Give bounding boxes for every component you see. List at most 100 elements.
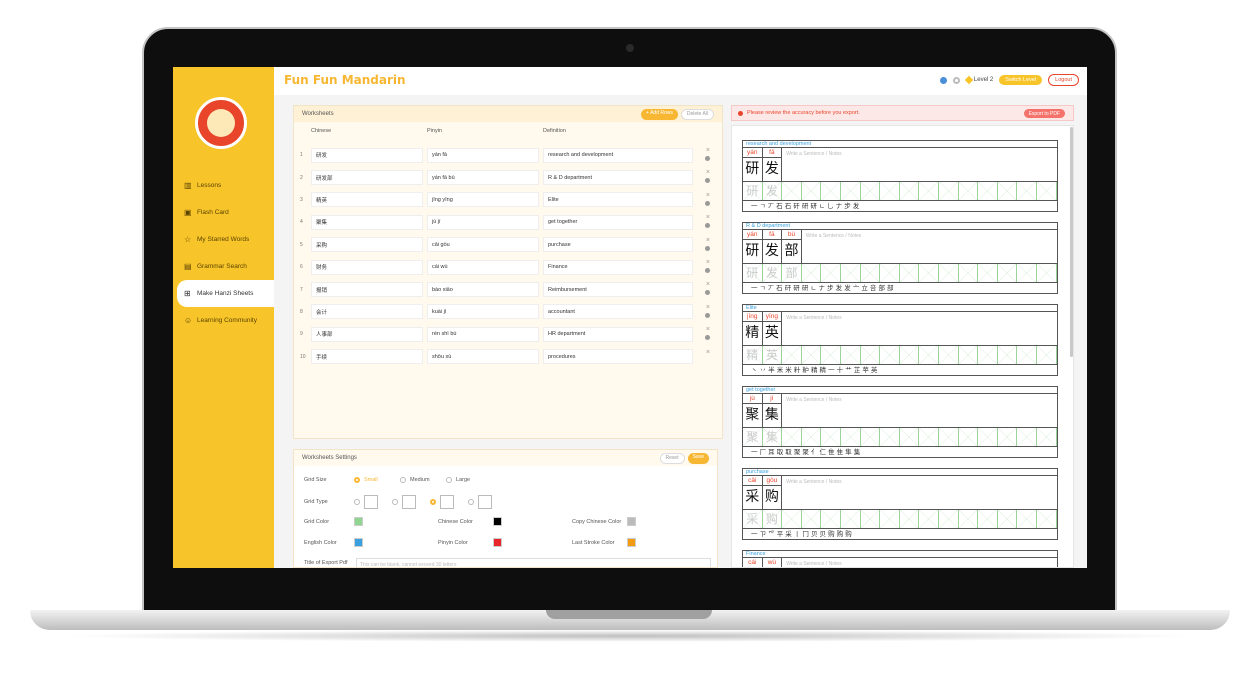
grid-type-radio-2[interactable]	[392, 499, 398, 505]
pdf-title-input[interactable]: This can be blank, cannot exceed 30 lett…	[356, 558, 711, 568]
practice-cell	[840, 346, 861, 364]
definition-field[interactable]: procedures	[543, 349, 693, 365]
delete-all-button[interactable]: Delete All	[680, 108, 714, 120]
worksheet-rows: 1 研发 yán fā research and development × 2 研发部 yá…	[300, 144, 720, 368]
pinyin-field[interactable]: cǎi gòu	[427, 237, 539, 253]
app-title: Fun Fun Mandarin	[284, 73, 406, 87]
char-cell: yán 研	[743, 230, 763, 263]
trace-cell: 发	[762, 182, 783, 200]
insert-row-icon[interactable]	[705, 312, 710, 318]
pinyin-field[interactable]: yán fā	[427, 147, 539, 163]
user-icon[interactable]	[939, 76, 947, 84]
sidebar-item-make-hanzi-sheets[interactable]: ⊞ Make Hanzi Sheets	[177, 280, 274, 307]
practice-cell	[801, 264, 822, 282]
close-icon[interactable]: ×	[706, 349, 710, 356]
english-color-swatch[interactable]	[354, 538, 363, 547]
insert-row-icon[interactable]	[705, 290, 710, 296]
chinese-field[interactable]: 采购	[311, 237, 423, 253]
insert-row-icon[interactable]	[705, 223, 710, 229]
insert-row-icon[interactable]	[705, 200, 710, 206]
chinese-color-swatch[interactable]	[493, 517, 502, 526]
close-icon[interactable]: ×	[706, 304, 710, 311]
notes-field[interactable]: Write a Sentence / Notes	[782, 312, 842, 345]
copy-chinese-color-swatch[interactable]	[627, 517, 636, 526]
chinese-field[interactable]: 聚集	[311, 214, 423, 230]
close-icon[interactable]: ×	[706, 237, 710, 244]
close-icon[interactable]: ×	[706, 169, 710, 176]
close-icon[interactable]: ×	[706, 147, 710, 154]
grid-color-swatch[interactable]	[354, 517, 363, 526]
chinese-field[interactable]: 财务	[311, 259, 423, 275]
add-rows-button[interactable]: + Add Rows	[641, 108, 678, 120]
preview-scrollbar[interactable]	[1070, 127, 1073, 357]
chinese-field[interactable]: 精英	[311, 192, 423, 208]
definition-field[interactable]: Reimbursement	[543, 282, 693, 298]
close-icon[interactable]: ×	[706, 281, 710, 288]
practice-cell	[899, 264, 920, 282]
save-button[interactable]: Save	[687, 452, 709, 464]
export-pdf-button[interactable]: Export to PDF	[1023, 109, 1065, 118]
pinyin-field[interactable]: rén shì bù	[427, 326, 539, 342]
definition-field[interactable]: Finance	[543, 259, 693, 275]
size-small-radio[interactable]	[354, 477, 360, 483]
pinyin-field[interactable]: yán fā bù	[427, 170, 539, 186]
app-logo[interactable]	[195, 97, 247, 149]
close-icon[interactable]: ×	[706, 259, 710, 266]
pinyin-field[interactable]: cái wù	[427, 259, 539, 275]
practice-cell	[1017, 346, 1037, 364]
definition-field[interactable]: purchase	[543, 237, 693, 253]
notes-field[interactable]: Write a Sentence / Notes	[802, 230, 862, 263]
pinyin-field[interactable]: kuài jì	[427, 304, 539, 320]
switch-level-button[interactable]: Switch Level	[999, 75, 1043, 85]
pinyin-color-swatch[interactable]	[493, 538, 502, 547]
definition-field[interactable]: accountant	[543, 304, 693, 320]
insert-row-icon[interactable]	[705, 335, 710, 341]
pinyin-field[interactable]: shǒu xù	[427, 349, 539, 365]
sidebar-item-flash-card[interactable]: ▣ Flash Card	[173, 199, 274, 226]
grid-type-radio-4[interactable]	[468, 499, 474, 505]
worksheets-header: Worksheets + Add Rows Delete All	[294, 106, 722, 122]
pinyin-field[interactable]: jīng yīng	[427, 192, 539, 208]
size-large-radio[interactable]	[446, 477, 452, 483]
grid-type-radio-1[interactable]	[354, 499, 360, 505]
chinese-field[interactable]: 会计	[311, 304, 423, 320]
sidebar-item-grammar-search[interactable]: ▤ Grammar Search	[173, 253, 274, 280]
notes-field[interactable]: Write a Sentence / Notes	[782, 558, 842, 567]
insert-row-icon[interactable]	[705, 267, 710, 273]
close-icon[interactable]: ×	[706, 214, 710, 221]
logout-button[interactable]: Logout	[1048, 74, 1079, 86]
trace-cell: 研	[743, 264, 763, 282]
pinyin-field[interactable]: bào xiāo	[427, 282, 539, 298]
close-icon[interactable]: ×	[706, 192, 710, 199]
sidebar-item-starred-words[interactable]: ☆ My Starred Words	[173, 226, 274, 253]
insert-row-icon[interactable]	[705, 178, 710, 184]
definition-field[interactable]: HR department	[543, 326, 693, 342]
pinyin-field[interactable]: jù jí	[427, 214, 539, 230]
chinese-field[interactable]: 报销	[311, 282, 423, 298]
chinese-field[interactable]: 人事部	[311, 326, 423, 342]
sidebar-item-lessons[interactable]: ▥ Lessons	[173, 172, 274, 199]
color-row-2: English Color Pinyin Color Last Stroke C…	[304, 538, 636, 547]
definition-field[interactable]: R & D department	[543, 170, 693, 186]
chinese-field[interactable]: 研发	[311, 147, 423, 163]
insert-row-icon[interactable]	[705, 245, 710, 251]
notes-field[interactable]: Write a Sentence / Notes	[782, 476, 842, 509]
chinese-field[interactable]: 研发部	[311, 170, 423, 186]
grid-type-row: Grid Type	[304, 495, 492, 509]
grid-type-radio-3[interactable]	[430, 499, 436, 505]
definition-field[interactable]: get together	[543, 214, 693, 230]
notes-field[interactable]: Write a Sentence / Notes	[782, 394, 842, 427]
hanzi-char: 精	[745, 325, 760, 341]
close-icon[interactable]: ×	[706, 326, 710, 333]
insert-row-icon[interactable]	[705, 156, 710, 161]
reset-button[interactable]: Reset	[659, 452, 685, 464]
notes-field[interactable]: Write a Sentence / Notes	[782, 148, 842, 181]
column-header-definition: Definition	[543, 128, 566, 134]
last-stroke-color-swatch[interactable]	[627, 538, 636, 547]
sidebar-item-learning-community[interactable]: ☺ Learning Community	[173, 307, 274, 334]
size-medium-radio[interactable]	[400, 477, 406, 483]
definition-field[interactable]: Elite	[543, 192, 693, 208]
chinese-field[interactable]: 手续	[311, 349, 423, 365]
gear-icon[interactable]	[952, 76, 960, 84]
definition-field[interactable]: research and development	[543, 147, 693, 163]
